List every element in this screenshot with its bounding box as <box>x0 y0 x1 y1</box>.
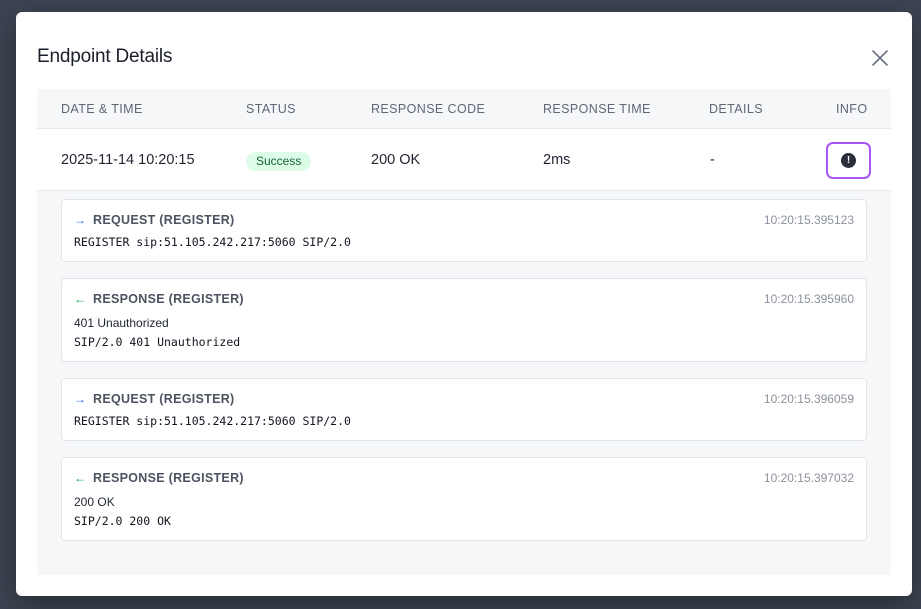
message-line: SIP/2.0 401 Unauthorized <box>74 335 241 349</box>
sip-message-card: → REQUEST (REGISTER) 10:20:15.396059 REG… <box>61 378 867 441</box>
close-button[interactable] <box>870 48 890 68</box>
cell-response-time: 2ms <box>543 152 571 168</box>
table-row[interactable]: 2025-11-14 10:20:15 Success 200 OK 2ms -… <box>37 129 891 191</box>
message-timestamp: 10:20:15.396059 <box>763 392 854 406</box>
header-details: DETAILS <box>709 102 763 116</box>
info-button[interactable]: ! <box>826 142 871 179</box>
header-info: INFO <box>836 102 868 116</box>
message-status-text: 401 Unauthorized <box>74 316 169 330</box>
table-header: DATE & TIME STATUS RESPONSE CODE RESPONS… <box>37 89 891 129</box>
message-label: REQUEST (REGISTER) <box>93 392 235 406</box>
sip-message-card: ← RESPONSE (REGISTER) 10:20:15.397032 20… <box>61 457 867 541</box>
message-line: SIP/2.0 200 OK <box>74 514 171 528</box>
modal-title: Endpoint Details <box>37 46 173 67</box>
message-timestamp: 10:20:15.395960 <box>763 292 854 306</box>
cell-response-code: 200 OK <box>371 152 421 168</box>
message-timestamp: 10:20:15.395123 <box>763 213 854 227</box>
message-label: RESPONSE (REGISTER) <box>93 471 244 485</box>
endpoint-details-modal: Endpoint Details DATE & TIME STATUS RESP… <box>16 12 912 596</box>
arrow-left-icon: ← <box>74 292 86 306</box>
message-label: RESPONSE (REGISTER) <box>93 292 244 306</box>
sip-message-card: → REQUEST (REGISTER) 10:20:15.395123 REG… <box>61 199 867 262</box>
close-icon <box>872 50 888 66</box>
message-line: REGISTER sip:51.105.242.217:5060 SIP/2.0 <box>74 414 351 428</box>
cell-details: - <box>710 152 715 168</box>
message-line: REGISTER sip:51.105.242.217:5060 SIP/2.0 <box>74 235 351 249</box>
header-response-code: RESPONSE CODE <box>371 102 486 116</box>
header-response-time: RESPONSE TIME <box>543 102 651 116</box>
message-status-text: 200 OK <box>74 495 115 509</box>
header-date-time: DATE & TIME <box>61 102 143 116</box>
sip-message-panel: → REQUEST (REGISTER) 10:20:15.395123 REG… <box>37 191 891 575</box>
sip-message-card: ← RESPONSE (REGISTER) 10:20:15.395960 40… <box>61 278 867 362</box>
info-icon: ! <box>841 153 856 168</box>
cell-date-time: 2025-11-14 10:20:15 <box>61 152 195 168</box>
arrow-right-icon: → <box>74 213 86 227</box>
endpoint-table: DATE & TIME STATUS RESPONSE CODE RESPONS… <box>37 89 891 575</box>
status-badge: Success <box>246 152 312 171</box>
message-timestamp: 10:20:15.397032 <box>763 471 854 485</box>
header-status: STATUS <box>246 102 296 116</box>
arrow-right-icon: → <box>74 392 86 406</box>
arrow-left-icon: ← <box>74 471 86 485</box>
message-label: REQUEST (REGISTER) <box>93 213 235 227</box>
